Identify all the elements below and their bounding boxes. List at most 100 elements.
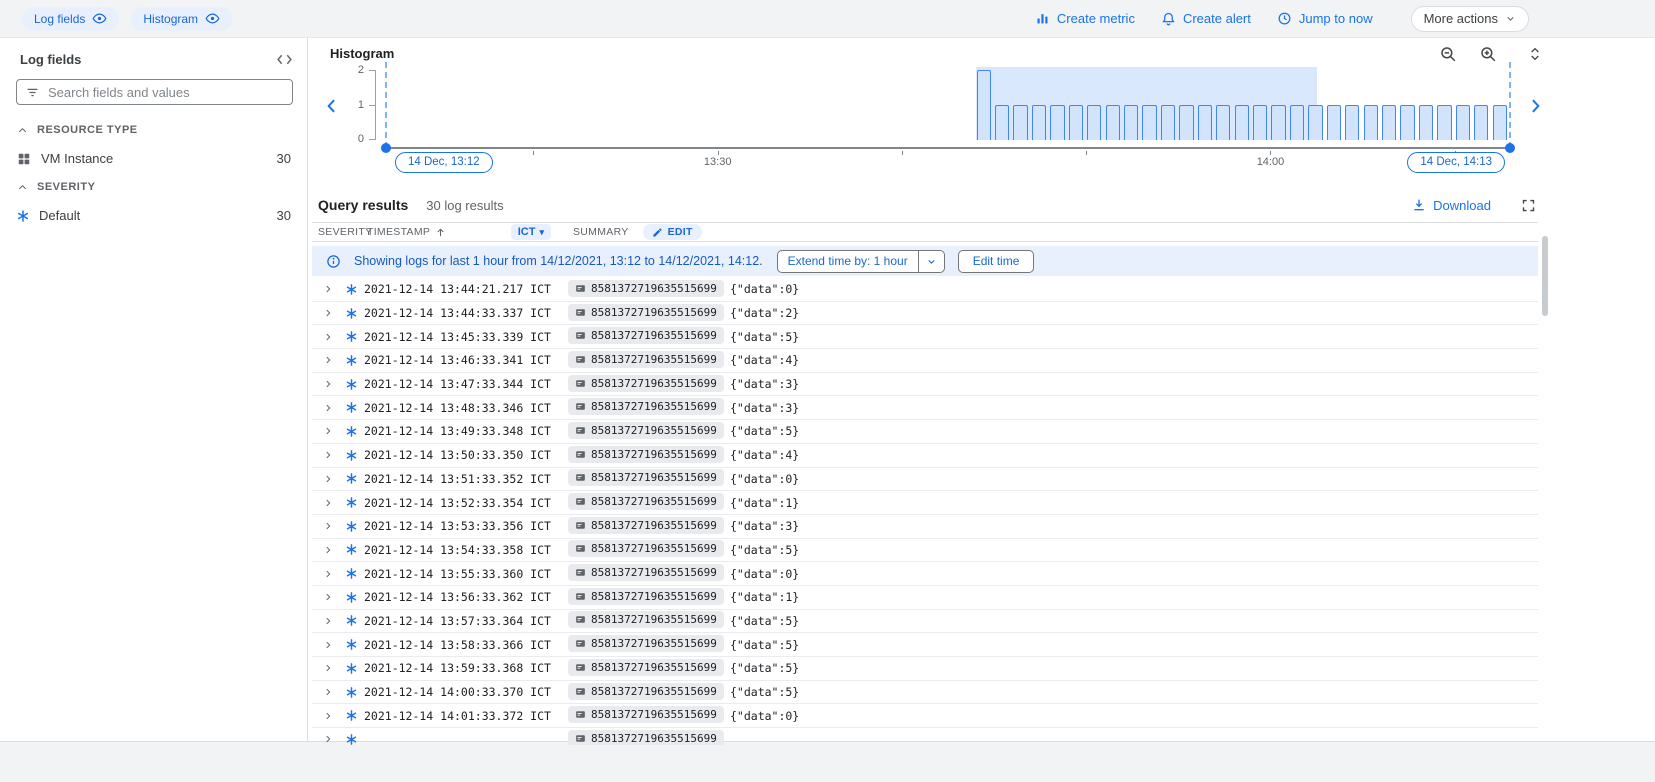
histogram-bar[interactable] bbox=[1326, 105, 1341, 140]
eye-icon[interactable] bbox=[92, 11, 107, 26]
expand-log-icon[interactable] bbox=[318, 379, 338, 389]
chevron-down-icon[interactable] bbox=[919, 256, 944, 267]
log-row[interactable]: 2021-12-14 14:01:33.372 ICT 858137271963… bbox=[312, 704, 1538, 729]
expand-log-icon[interactable] bbox=[318, 284, 338, 294]
download-button[interactable]: Download bbox=[1411, 197, 1491, 213]
log-fields-toggle-chip[interactable]: Log fields bbox=[22, 6, 120, 31]
expand-log-icon[interactable] bbox=[318, 569, 338, 579]
scrollbar-thumb[interactable] bbox=[1542, 236, 1548, 316]
sort-ascending-icon[interactable] bbox=[435, 227, 446, 238]
histogram-bar[interactable] bbox=[1345, 105, 1360, 140]
expand-log-icon[interactable] bbox=[318, 687, 338, 697]
expand-log-icon[interactable] bbox=[318, 545, 338, 555]
histogram-bar[interactable] bbox=[1253, 105, 1268, 140]
resource-chip[interactable]: 8581372719635515699 bbox=[568, 421, 724, 439]
zoom-out-icon[interactable] bbox=[1439, 45, 1457, 63]
log-row[interactable]: 2021-12-14 13:52:33.354 ICT 858137271963… bbox=[312, 491, 1538, 515]
histogram-bar[interactable] bbox=[1050, 105, 1065, 140]
search-input[interactable] bbox=[48, 84, 284, 100]
histogram-bar[interactable] bbox=[976, 70, 991, 140]
expand-log-icon[interactable] bbox=[318, 308, 338, 318]
histogram-bar[interactable] bbox=[1142, 105, 1157, 140]
histogram-bar[interactable] bbox=[1363, 105, 1378, 140]
expand-log-icon[interactable] bbox=[318, 734, 338, 744]
log-row[interactable]: 2021-12-14 13:53:33.356 ICT 858137271963… bbox=[312, 515, 1538, 539]
range-end-handle[interactable] bbox=[1505, 143, 1515, 153]
histogram-bar[interactable] bbox=[1418, 105, 1434, 140]
histogram-bar[interactable] bbox=[1105, 105, 1120, 140]
resource-chip[interactable]: 8581372719635515699 bbox=[568, 374, 724, 392]
log-row[interactable]: 2021-12-14 13:50:33.350 ICT 858137271963… bbox=[312, 444, 1538, 468]
create-metric-button[interactable]: Create metric bbox=[1035, 11, 1135, 26]
histogram-bar[interactable] bbox=[1474, 105, 1489, 140]
resource-chip[interactable]: 8581372719635515699 bbox=[568, 564, 724, 582]
resource-chip[interactable]: 8581372719635515699 bbox=[568, 303, 724, 321]
log-row[interactable]: 2021-12-14 13:54:33.358 ICT 858137271963… bbox=[312, 539, 1538, 563]
extend-time-button[interactable]: Extend time by: 1 hour bbox=[776, 249, 945, 273]
resource-chip[interactable]: 8581372719635515699 bbox=[568, 611, 724, 629]
histogram-bar[interactable] bbox=[1234, 105, 1249, 140]
expand-log-icon[interactable] bbox=[318, 663, 338, 673]
log-row[interactable]: 2021-12-14 13:45:33.339 ICT 858137271963… bbox=[312, 325, 1538, 350]
resource-chip[interactable]: 8581372719635515699 bbox=[568, 729, 724, 745]
histogram-bar[interactable] bbox=[1308, 105, 1323, 140]
pan-left-button[interactable] bbox=[322, 94, 342, 118]
log-row[interactable]: 2021-12-14 13:56:33.362 ICT 858137271963… bbox=[312, 586, 1538, 610]
resource-chip[interactable]: 8581372719635515699 bbox=[568, 279, 724, 297]
expand-log-icon[interactable] bbox=[318, 403, 338, 413]
field-item-default-severity[interactable]: Default 30 bbox=[0, 202, 307, 229]
resource-chip[interactable]: 8581372719635515699 bbox=[568, 658, 724, 676]
histogram-bar[interactable] bbox=[1031, 105, 1047, 140]
expand-log-icon[interactable] bbox=[318, 474, 338, 484]
histogram-toggle-chip[interactable]: Histogram bbox=[131, 6, 233, 31]
field-item-vm-instance[interactable]: VM Instance 30 bbox=[0, 145, 307, 172]
expand-log-icon[interactable] bbox=[318, 616, 338, 626]
log-row[interactable]: 2021-12-14 13:46:33.341 ICT 858137271963… bbox=[312, 349, 1538, 373]
histogram-bar[interactable] bbox=[1013, 105, 1028, 140]
histogram-bar[interactable] bbox=[1455, 105, 1470, 140]
range-start-handle[interactable] bbox=[381, 143, 391, 153]
histogram-bar[interactable] bbox=[1400, 105, 1415, 140]
resource-chip[interactable]: 8581372719635515699 bbox=[568, 635, 724, 653]
expand-log-icon[interactable] bbox=[318, 592, 338, 602]
unfold-more-icon[interactable] bbox=[1527, 46, 1543, 62]
histogram-bar[interactable] bbox=[995, 105, 1010, 140]
expand-log-icon[interactable] bbox=[318, 450, 338, 460]
resource-chip[interactable]: 8581372719635515699 bbox=[568, 398, 724, 416]
histogram-bar[interactable] bbox=[1197, 105, 1212, 140]
histogram-bar[interactable] bbox=[1437, 105, 1452, 140]
zoom-in-icon[interactable] bbox=[1479, 45, 1497, 63]
histogram-bar[interactable] bbox=[1382, 105, 1397, 140]
edit-summary-button[interactable]: EDIT bbox=[642, 224, 702, 240]
eye-icon[interactable] bbox=[205, 11, 220, 26]
log-row[interactable]: 2021-12-14 13:48:33.346 ICT 858137271963… bbox=[312, 396, 1538, 421]
resource-chip[interactable]: 8581372719635515699 bbox=[568, 516, 724, 534]
log-row[interactable]: 2021-12-14 13:44:21.217 ICT 858137271963… bbox=[312, 278, 1538, 302]
resource-chip[interactable]: 8581372719635515699 bbox=[568, 587, 724, 605]
resource-chip[interactable]: 8581372719635515699 bbox=[568, 706, 724, 724]
collapse-panel-icon[interactable] bbox=[276, 53, 293, 66]
section-resource-type-header[interactable]: RESOURCE TYPE bbox=[0, 115, 307, 145]
expand-log-icon[interactable] bbox=[318, 355, 338, 365]
histogram-bar[interactable] bbox=[1289, 105, 1305, 140]
log-row[interactable]: 2021-12-14 14:00:33.370 ICT 858137271963… bbox=[312, 681, 1538, 705]
expand-log-icon[interactable] bbox=[318, 640, 338, 650]
timezone-selector[interactable]: ICT ▾ bbox=[510, 224, 551, 240]
vertical-scrollbar[interactable] bbox=[1540, 236, 1550, 737]
log-row[interactable]: 2021-12-14 13:47:33.344 ICT 858137271963… bbox=[312, 373, 1538, 397]
expand-log-icon[interactable] bbox=[318, 711, 338, 721]
histogram-bar[interactable] bbox=[1492, 105, 1507, 140]
log-row[interactable]: 2021-12-14 13:58:33.366 ICT 858137271963… bbox=[312, 633, 1538, 657]
resource-chip[interactable]: 8581372719635515699 bbox=[568, 350, 724, 368]
histogram-bar[interactable] bbox=[1179, 105, 1194, 140]
expand-log-icon[interactable] bbox=[318, 332, 338, 342]
histogram-bar[interactable] bbox=[1124, 105, 1139, 140]
log-row[interactable]: 2021-12-14 13:57:33.364 ICT 858137271963… bbox=[312, 610, 1538, 634]
fullscreen-icon[interactable] bbox=[1521, 198, 1536, 213]
histogram-bar[interactable] bbox=[1068, 105, 1083, 140]
resource-chip[interactable]: 8581372719635515699 bbox=[568, 540, 724, 558]
histogram-bar[interactable] bbox=[1271, 105, 1286, 140]
expand-log-icon[interactable] bbox=[318, 521, 338, 531]
histogram-bar[interactable] bbox=[1216, 105, 1231, 140]
resource-chip[interactable]: 8581372719635515699 bbox=[568, 445, 724, 463]
